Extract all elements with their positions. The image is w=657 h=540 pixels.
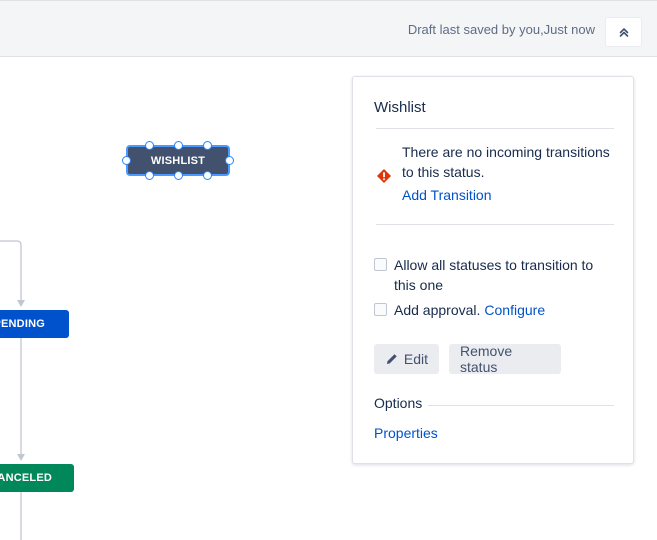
status-details-panel: Wishlist There are no incoming transitio…: [352, 76, 634, 464]
configure-approval-link[interactable]: Configure: [484, 300, 545, 320]
options-heading: Options: [374, 395, 423, 411]
divider: [376, 224, 614, 225]
allow-all-checkbox[interactable]: [374, 258, 387, 271]
properties-link[interactable]: Properties: [374, 425, 438, 441]
warning-message: There are no incoming transitions to thi…: [402, 144, 610, 180]
connection-handle[interactable]: [203, 141, 212, 150]
draft-status: Draft last saved by you,Just now: [407, 22, 595, 37]
remove-status-button[interactable]: Remove status: [449, 343, 561, 375]
add-approval-label: Add approval.: [394, 302, 481, 318]
pencil-icon: [386, 354, 397, 364]
add-approval-checkbox[interactable]: [374, 303, 387, 316]
edit-button[interactable]: Edit: [374, 344, 439, 374]
double-chevron-up-icon: [619, 28, 628, 37]
status-node-label: PENDING: [0, 318, 45, 330]
status-node-label: WISHLIST: [150, 154, 206, 167]
connection-handle[interactable]: [145, 141, 154, 150]
status-node-label: CANCELED: [0, 472, 52, 484]
connection-handle[interactable]: [174, 171, 183, 180]
remove-status-label: Remove status: [460, 343, 513, 375]
panel-title: Wishlist: [374, 99, 426, 116]
add-transition-link[interactable]: Add Transition: [402, 187, 492, 203]
edit-button-label: Edit: [403, 351, 428, 367]
approval-option: Add approval. Configure: [374, 300, 545, 320]
connection-handle[interactable]: [174, 141, 183, 150]
status-node-pending[interactable]: PENDING: [0, 310, 69, 338]
connection-handle[interactable]: [122, 156, 131, 165]
status-node-canceled[interactable]: CANCELED: [0, 464, 74, 492]
divider: [428, 405, 614, 406]
connection-handle[interactable]: [203, 171, 212, 180]
connection-handle[interactable]: [225, 156, 234, 165]
error-icon: [377, 169, 391, 183]
editor-header: Draft last saved by you,Just now: [0, 0, 657, 57]
connection-handle[interactable]: [145, 171, 154, 180]
divider: [376, 128, 614, 129]
collapse-header-button[interactable]: [605, 17, 642, 47]
allow-all-label: Allow all statuses to transition to this…: [394, 257, 594, 293]
allow-all-option: Allow all statuses to transition to this…: [374, 255, 614, 295]
